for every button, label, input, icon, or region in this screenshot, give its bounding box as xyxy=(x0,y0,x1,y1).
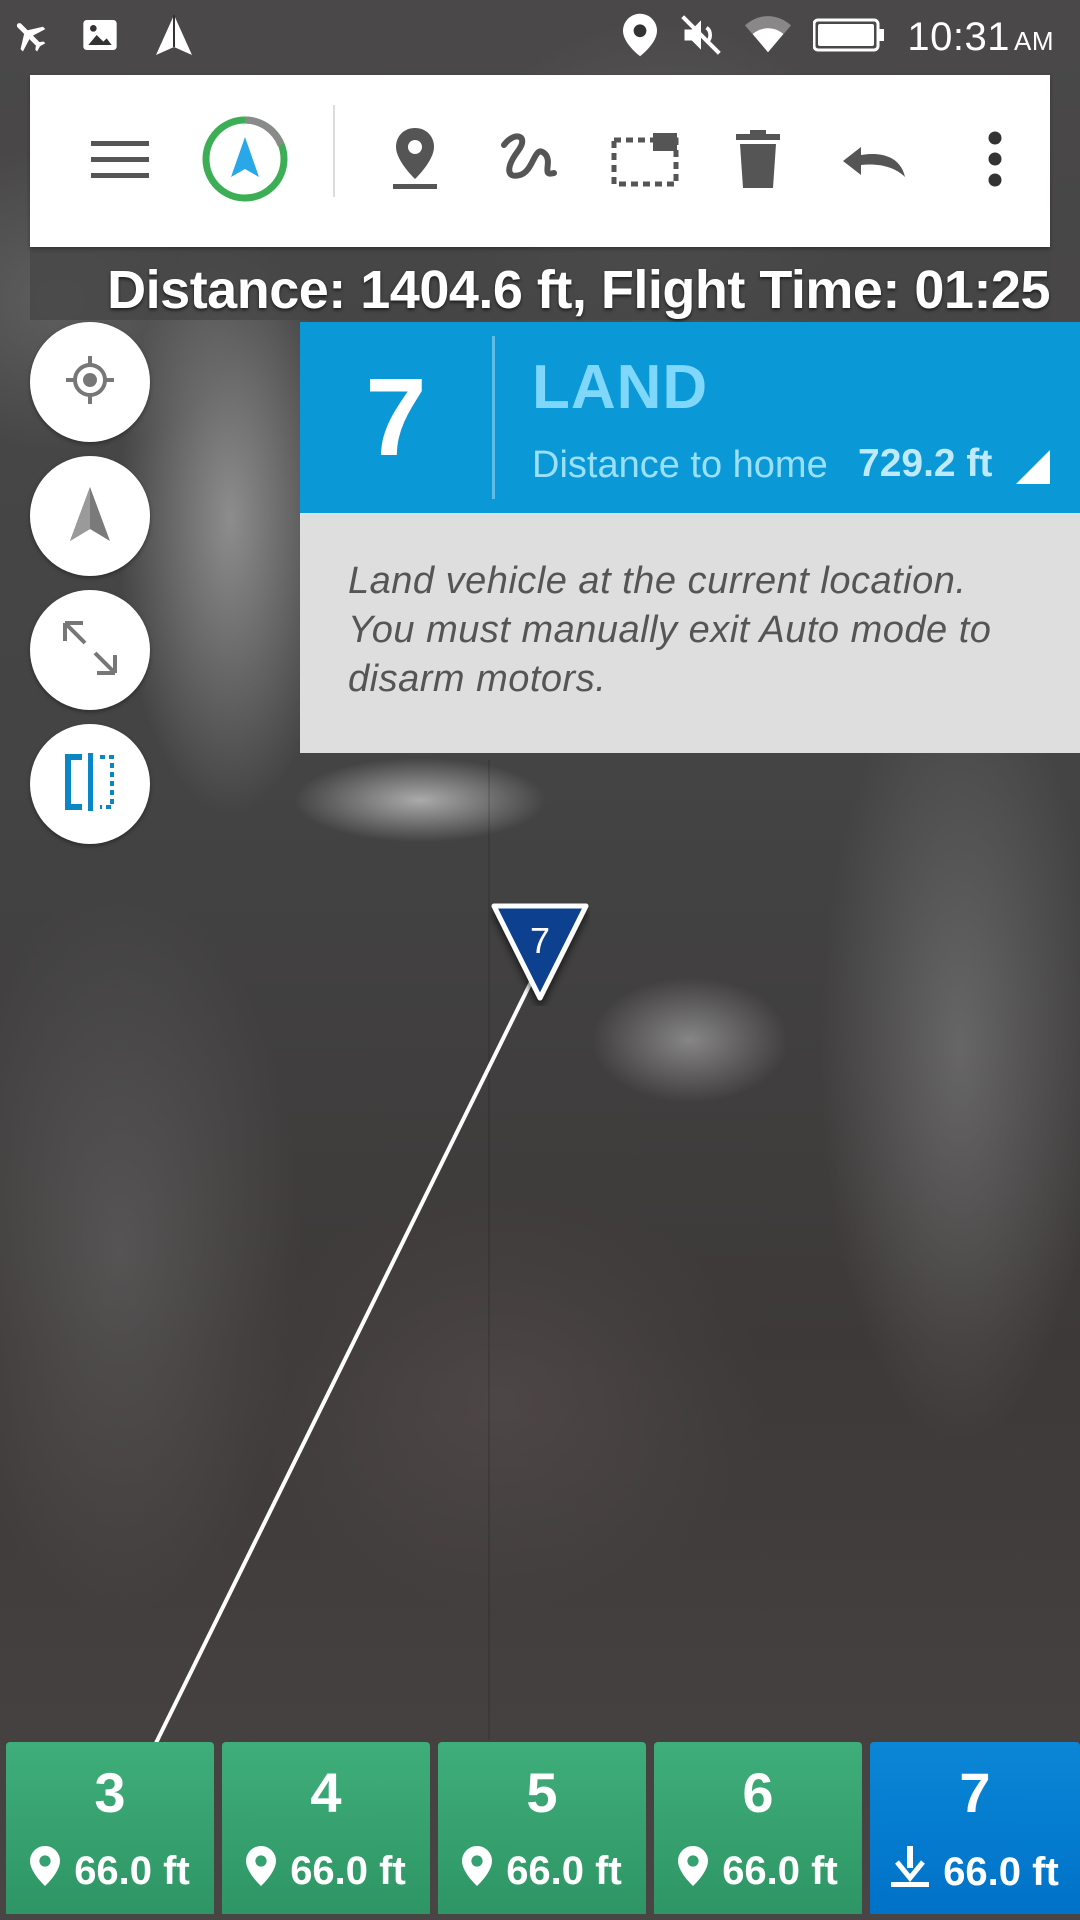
waypoint-tile[interactable]: 3 66.0 ft xyxy=(6,1742,214,1914)
battery-icon xyxy=(812,18,885,57)
fullscreen-icon xyxy=(61,619,119,682)
waypoint-tile-altitude: 66.0 ft xyxy=(6,1846,214,1896)
waypoint-tile-altitude-value: 66.0 ft xyxy=(506,1848,622,1893)
delete-icon xyxy=(735,129,780,193)
waypoint-tile-altitude-value: 66.0 ft xyxy=(290,1848,406,1893)
waypoint-tile-altitude-value: 66.0 ft xyxy=(943,1849,1059,1894)
waypoint-type-title: LAND xyxy=(532,353,709,422)
location-icon xyxy=(623,13,658,62)
compass-button[interactable] xyxy=(190,75,300,247)
waypoint-tile-altitude: 66.0 ft xyxy=(654,1846,862,1896)
waypoint-tile[interactable]: 4 66.0 ft xyxy=(222,1742,430,1914)
drone-location-button[interactable] xyxy=(30,456,150,576)
waypoint-tile-number: 4 xyxy=(310,1761,342,1824)
waypoint-strip: 3 66.0 ft 4 66.0 ft 5 66.0 ft 6 66.0 ft … xyxy=(0,1742,1080,1920)
waypoint-tile[interactable]: 6 66.0 ft xyxy=(654,1742,862,1914)
header-divider xyxy=(492,336,495,499)
mute-icon xyxy=(679,13,723,62)
clock: 10:31 AM xyxy=(907,15,1054,59)
waypoint-marker[interactable]: 7 xyxy=(490,902,590,1011)
waypoint-tile-number: 7 xyxy=(959,1761,991,1824)
waypoint-tile-altitude: 66.0 ft xyxy=(222,1846,430,1896)
add-waypoint-button[interactable] xyxy=(370,75,460,247)
select-area-button[interactable] xyxy=(595,75,695,247)
land-icon xyxy=(891,1846,930,1898)
waypoint-tile[interactable]: 5 66.0 ft xyxy=(438,1742,646,1914)
my-location-button[interactable] xyxy=(30,322,150,442)
location-pin-icon xyxy=(678,1846,709,1896)
overflow-menu-icon xyxy=(987,131,1003,192)
undo-icon xyxy=(841,137,909,186)
status-bar: 10:31 AM xyxy=(0,0,1080,75)
airplane-mode-icon xyxy=(10,15,50,60)
waypoint-tile-altitude-value: 66.0 ft xyxy=(74,1848,190,1893)
waypoint-tile-altitude: 66.0 ft xyxy=(870,1846,1080,1898)
mission-summary-text: Distance: 1404.6 ft, Flight Time: 01:25 xyxy=(107,260,1050,320)
location-pin-icon xyxy=(246,1846,277,1896)
split-view-icon xyxy=(62,752,118,816)
overflow-menu-button[interactable] xyxy=(965,75,1025,247)
mission-toolbar xyxy=(30,75,1050,247)
select-area-icon xyxy=(611,131,679,192)
draw-spline-icon xyxy=(500,129,560,194)
waypoint-number: 7 xyxy=(365,356,427,479)
compass-navigation-icon xyxy=(201,115,289,208)
toolbar-divider xyxy=(333,105,335,197)
fullscreen-button[interactable] xyxy=(30,590,150,710)
waypoint-detail-panel: 7 LAND Distance to home 729.2 ft Land ve… xyxy=(300,322,1080,753)
location-pin-icon xyxy=(30,1846,61,1896)
delete-button[interactable] xyxy=(710,75,805,247)
undo-button[interactable] xyxy=(820,75,930,247)
corner-triangle-icon xyxy=(1016,450,1050,489)
location-pin-icon xyxy=(462,1846,493,1896)
menu-button[interactable] xyxy=(70,75,170,247)
menu-icon xyxy=(91,139,149,184)
waypoint-detail-header[interactable]: 7 LAND Distance to home 729.2 ft xyxy=(300,322,1080,513)
waypoint-marker-label: 7 xyxy=(529,920,551,961)
distance-to-home-label: Distance to home xyxy=(532,444,828,486)
waypoint-tile-altitude: 66.0 ft xyxy=(438,1846,646,1896)
waypoint-description: Land vehicle at the current location. Yo… xyxy=(300,513,1080,753)
waypoint-tile-active[interactable]: 7 66.0 ft xyxy=(870,1742,1080,1914)
drone-location-icon xyxy=(66,485,114,548)
distance-to-home-value: 729.2 ft xyxy=(858,442,993,485)
waypoint-tile-number: 6 xyxy=(742,1761,774,1824)
waypoint-tile-number: 3 xyxy=(94,1761,126,1824)
waypoint-tile-altitude-value: 66.0 ft xyxy=(722,1848,838,1893)
split-view-button[interactable] xyxy=(30,724,150,844)
my-location-icon xyxy=(64,354,116,411)
draw-spline-button[interactable] xyxy=(480,75,580,247)
image-icon xyxy=(80,15,120,60)
navigation-arrow-icon xyxy=(150,11,198,64)
waypoint-tile-number: 5 xyxy=(526,1761,558,1824)
wifi-icon xyxy=(745,15,792,60)
add-waypoint-icon xyxy=(391,127,439,195)
